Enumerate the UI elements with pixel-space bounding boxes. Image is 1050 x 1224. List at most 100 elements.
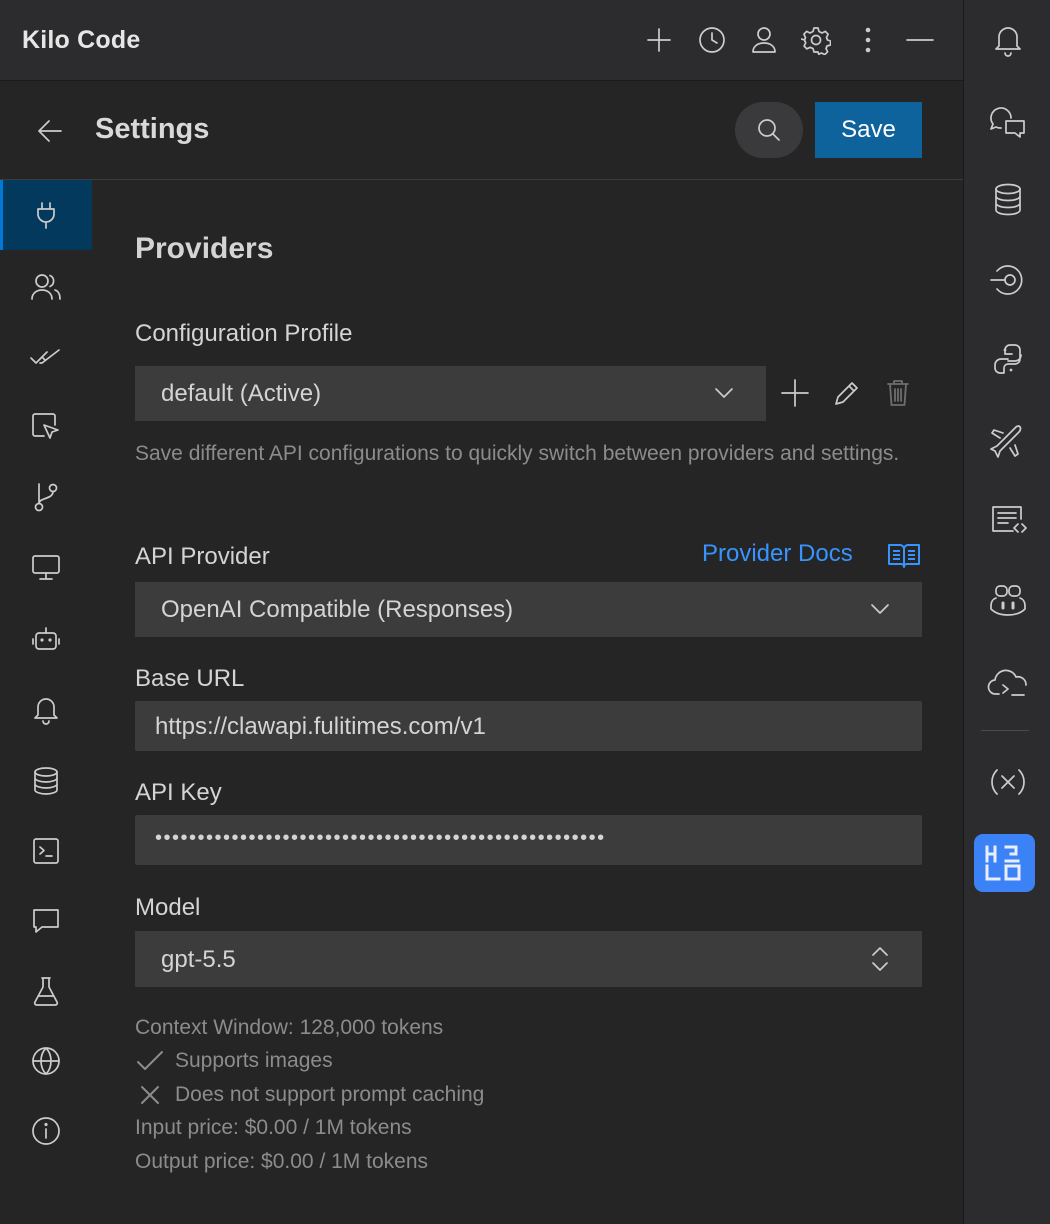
nav-about[interactable] [0,1096,92,1166]
back-button[interactable] [34,115,66,147]
right-activity-bar [963,0,1050,1224]
search-button[interactable] [735,102,803,158]
search-icon [758,119,780,141]
account-button[interactable] [748,24,780,56]
ai-chat-button[interactable] [964,92,1050,152]
model-select[interactable]: gpt-5.5 [135,931,922,987]
page-title: Settings [95,113,210,145]
api-provider-select[interactable]: OpenAI Compatible (Responses) [135,582,922,637]
supports-images-text: Supports images [175,1049,333,1072]
plus-icon [781,379,809,407]
terminal-icon [33,838,59,864]
nav-context[interactable] [0,746,92,816]
chat-icon [33,909,59,933]
provider-docs-link[interactable]: Provider Docs [702,540,853,568]
nav-agent[interactable] [0,604,92,674]
nav-terminal[interactable] [0,816,92,886]
book-icon [888,544,920,568]
settings-nav [0,180,92,1224]
minimize-icon [906,39,934,41]
gear-icon [801,27,831,55]
add-profile-button[interactable] [780,378,810,408]
plus-icon [647,28,671,52]
minimize-button[interactable] [904,24,936,56]
settings-header: Settings Save [0,81,963,180]
cloud-terminal-icon [987,669,1027,696]
nav-language[interactable] [0,1026,92,1096]
endpoints-button[interactable] [964,410,1050,470]
output-price-text: Output price: $0.00 / 1M tokens [135,1150,428,1173]
check-all-icon [30,349,60,364]
new-task-button[interactable] [643,24,675,56]
nav-display[interactable] [0,532,92,602]
prompt-caching-text: Does not support prompt caching [175,1083,485,1106]
rename-profile-button[interactable] [832,378,862,408]
base-url-input[interactable]: https://clawapi.fulitimes.com/v1 [135,701,922,751]
kilo-code-button[interactable] [974,834,1035,892]
nav-experimental[interactable] [0,956,92,1026]
api-key-input[interactable]: ••••••••••••••••••••••••••••••••••••••••… [135,815,922,865]
history-icon [699,27,725,53]
services-button[interactable] [964,250,1050,310]
nav-providers[interactable] [0,180,92,250]
model-value: gpt-5.5 [161,946,236,973]
copilot-button[interactable] [964,570,1050,630]
python-console-button[interactable] [964,330,1050,390]
chevron-down-icon [871,604,889,614]
trash-icon [887,380,909,406]
flask-icon [33,977,59,1006]
chat-code-icon [989,107,1025,138]
target-icon [989,265,1023,295]
provider-docs-book-button[interactable] [887,540,921,570]
prompt-caching-row: Does not support prompt caching [135,1078,484,1112]
python-icon [993,344,1022,374]
settings-content: Providers Configuration Profile default … [92,180,963,1224]
config-profile-select[interactable]: default (Active) [135,366,766,421]
config-profile-label: Configuration Profile [135,320,353,347]
pencil-icon [835,382,858,405]
nav-checkpoints[interactable] [0,462,92,532]
info-icon [32,1117,60,1145]
nav-modes[interactable] [0,252,92,322]
config-profile-hint: Save different API configurations to qui… [135,442,900,465]
globe-icon [32,1047,60,1075]
airplane-icon [989,425,1021,458]
delete-profile-button[interactable] [885,378,913,408]
plug-icon [37,202,55,229]
config-profile-value: default (Active) [161,380,322,407]
supports-images-row: Supports images [135,1044,333,1078]
robot-icon [32,627,60,650]
nav-prompts[interactable] [0,886,92,956]
database-tool-button[interactable] [964,170,1050,230]
model-label: Model [135,894,201,921]
base-url-label: Base URL [135,665,245,692]
base-url-value: https://clawapi.fulitimes.com/v1 [155,713,486,740]
api-key-value: ••••••••••••••••••••••••••••••••••••••••… [155,827,606,849]
remote-dev-button[interactable] [964,652,1050,712]
top-bar: Kilo Code [0,0,963,81]
nav-notifications[interactable] [0,674,92,744]
git-branch-icon [34,483,58,512]
check-icon [137,1051,163,1070]
more-button[interactable] [852,24,884,56]
variables-button[interactable] [964,752,1050,812]
divider [981,730,1029,731]
database-icon [34,767,58,795]
account-icon [752,27,776,53]
history-button[interactable] [696,24,728,56]
bell-icon [994,27,1021,57]
api-key-label: API Key [135,779,222,806]
save-button[interactable]: Save [815,102,922,158]
bell-icon [34,698,58,725]
copilot-icon [989,585,1026,616]
nav-browser[interactable] [0,392,92,462]
more-icon [865,27,871,53]
notifications-button[interactable] [964,10,1050,70]
close-icon [141,1086,159,1104]
code-review-button[interactable] [964,490,1050,550]
settings-button[interactable] [800,24,832,56]
app-title: Kilo Code [22,26,141,54]
kilo-icon [985,845,1020,881]
chevron-up-down-icon [872,947,888,971]
nav-auto-approve[interactable] [0,322,92,392]
